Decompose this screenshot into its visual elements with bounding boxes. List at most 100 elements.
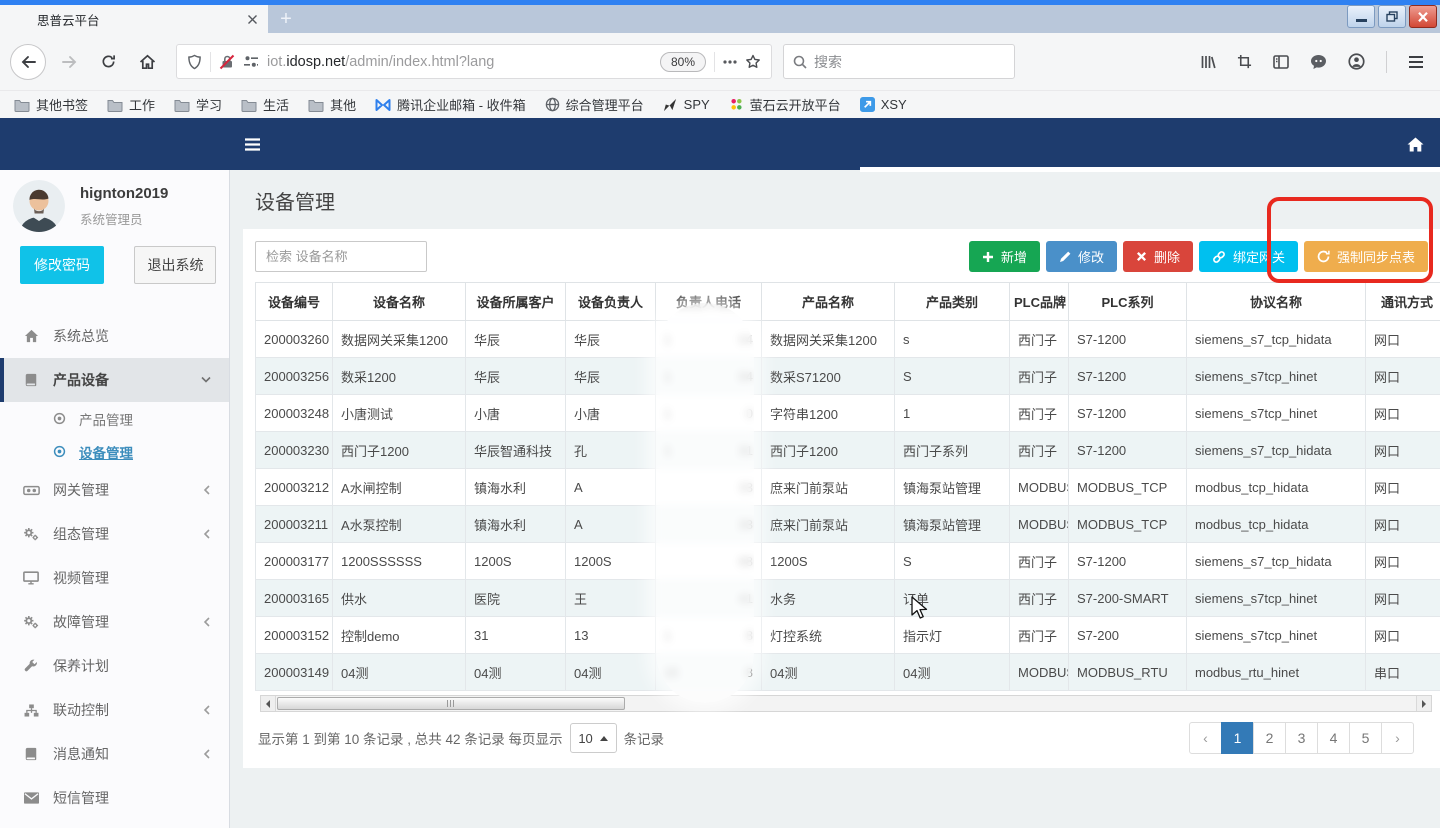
reload-icon[interactable] bbox=[92, 46, 124, 78]
browser-tab[interactable]: 思普云平台 bbox=[0, 5, 268, 33]
cell-product: 灯控系统 bbox=[762, 617, 895, 654]
forward-button[interactable] bbox=[53, 46, 85, 78]
table-row[interactable]: 20000314904测04测04测15804测04测MODBUSMODBUS_… bbox=[256, 654, 1440, 691]
sidebar-item[interactable]: 系统总览 bbox=[0, 314, 229, 358]
sidebar-item[interactable]: 视频管理 bbox=[0, 556, 229, 600]
column-header[interactable]: 协议名称 bbox=[1187, 283, 1366, 321]
app-home-icon[interactable] bbox=[1407, 137, 1424, 152]
column-header[interactable]: 产品类别 bbox=[895, 283, 1010, 321]
cell-device-name: 数采1200 bbox=[333, 358, 466, 395]
page-size-select[interactable]: 10 bbox=[570, 723, 617, 753]
pager-item[interactable]: 3 bbox=[1285, 722, 1318, 754]
browser-search-input[interactable] bbox=[814, 54, 1005, 70]
bookmark-item[interactable]: 工作 bbox=[107, 95, 155, 114]
sidebar-item[interactable]: 空间管理 bbox=[0, 820, 229, 828]
bookmark-item[interactable]: 生活 bbox=[241, 95, 289, 114]
page-actions-icon[interactable] bbox=[723, 60, 737, 64]
permissions-icon[interactable] bbox=[243, 55, 259, 68]
chevron-left-icon bbox=[203, 529, 211, 539]
column-header[interactable]: 设备所属客户 bbox=[466, 283, 566, 321]
scroll-right-icon[interactable] bbox=[1416, 696, 1431, 711]
table-row[interactable]: 200003212A水闸控制镇海水利A33庶来门前泵站镇海泵站管理MODBUSM… bbox=[256, 469, 1440, 506]
sidebar-item-label: 视频管理 bbox=[53, 568, 213, 588]
home-button[interactable] bbox=[131, 46, 163, 78]
shield-icon[interactable] bbox=[187, 54, 202, 70]
zoom-level-badge[interactable]: 80% bbox=[660, 52, 706, 72]
device-search-input[interactable] bbox=[255, 241, 427, 272]
sidebar-item-label: 产品设备 bbox=[53, 370, 188, 390]
sidebars-icon[interactable] bbox=[1273, 55, 1289, 69]
column-header[interactable]: 通讯方式 bbox=[1366, 283, 1440, 321]
tab-close-icon[interactable] bbox=[247, 14, 258, 25]
insecure-lock-icon[interactable] bbox=[219, 54, 235, 70]
menu-icon[interactable] bbox=[1408, 55, 1424, 69]
bookmark-star-icon[interactable] bbox=[745, 54, 761, 70]
pager-item[interactable]: ‹ bbox=[1189, 722, 1222, 754]
bookmark-item[interactable]: 其他 bbox=[308, 95, 356, 114]
sidebar-item[interactable]: 产品设备 bbox=[0, 358, 229, 402]
bind-gateway-button[interactable]: 绑定网关 bbox=[1199, 241, 1298, 272]
bookmark-item[interactable]: 学习 bbox=[174, 95, 222, 114]
bookmark-item[interactable]: SPY bbox=[663, 97, 710, 112]
window-minimize-button[interactable] bbox=[1347, 5, 1375, 28]
bookmark-item[interactable]: 萤石云开放平台 bbox=[729, 95, 841, 114]
horizontal-scrollbar[interactable] bbox=[260, 695, 1432, 712]
window-close-button[interactable] bbox=[1409, 5, 1437, 28]
table-row[interactable]: 200003260数据网关采集1200华辰华辰104数据网关采集1200s西门子… bbox=[256, 321, 1440, 358]
pager-item[interactable]: 5 bbox=[1349, 722, 1382, 754]
bookmark-item[interactable]: 其他书签 bbox=[14, 95, 88, 114]
column-header[interactable]: 设备编号 bbox=[256, 283, 333, 321]
pager-item[interactable]: 2 bbox=[1253, 722, 1286, 754]
url-bar[interactable]: iot.idosp.net/admin/index.html?lang 80% bbox=[176, 44, 772, 79]
column-header[interactable]: 负责人电话 bbox=[656, 283, 762, 321]
sidebar-item[interactable]: 联动控制 bbox=[0, 688, 229, 732]
table-row[interactable]: 200003211A水泵控制镇海水利A33庶来门前泵站镇海泵站管理MODBUSM… bbox=[256, 506, 1440, 543]
column-header[interactable]: 设备名称 bbox=[333, 283, 466, 321]
logout-button[interactable]: 退出系统 bbox=[134, 246, 216, 284]
sidebar-subitem[interactable]: 设备管理 bbox=[0, 435, 229, 468]
pager-item[interactable]: 4 bbox=[1317, 722, 1350, 754]
sidebar-item[interactable]: 短信管理 bbox=[0, 776, 229, 820]
sidebar-subitem[interactable]: 产品管理 bbox=[0, 402, 229, 435]
library-icon[interactable] bbox=[1200, 54, 1216, 70]
window-restore-button[interactable] bbox=[1378, 5, 1406, 28]
table-row[interactable]: 200003230西门子1200华辰智通科技孔131西门子1200西门子系列西门… bbox=[256, 432, 1440, 469]
cell-device-id: 200003212 bbox=[256, 469, 333, 506]
scrollbar-thumb[interactable] bbox=[277, 697, 625, 710]
back-button[interactable] bbox=[10, 44, 46, 80]
pager-item[interactable]: 1 bbox=[1221, 722, 1254, 754]
table-row[interactable]: 200003152控制demo311318灯控系统指示灯西门子S7-200sie… bbox=[256, 617, 1440, 654]
column-header[interactable]: PLC系列 bbox=[1069, 283, 1187, 321]
delete-button[interactable]: 删除 bbox=[1123, 241, 1193, 272]
sidebar-toggle-icon[interactable] bbox=[244, 138, 261, 151]
bookmark-item[interactable]: XSY bbox=[860, 97, 907, 112]
change-password-button[interactable]: 修改密码 bbox=[20, 246, 104, 284]
pager-item[interactable]: › bbox=[1381, 722, 1414, 754]
new-tab-button[interactable]: + bbox=[268, 5, 304, 33]
add-button[interactable]: 新增 bbox=[969, 241, 1040, 272]
table-row[interactable]: 200003165供水医院王41水务订单西门子S7-200-SMARTsieme… bbox=[256, 580, 1440, 617]
column-header[interactable]: 产品名称 bbox=[762, 283, 895, 321]
screenshot-crop-icon[interactable] bbox=[1237, 54, 1252, 69]
sidebar-item[interactable]: 网关管理 bbox=[0, 468, 229, 512]
column-header[interactable]: PLC品牌 bbox=[1010, 283, 1069, 321]
sidebar-item[interactable]: 消息通知 bbox=[0, 732, 229, 776]
bookmark-item[interactable]: 腾讯企业邮箱 - 收件箱 bbox=[375, 95, 526, 114]
sidebar-item[interactable]: 组态管理 bbox=[0, 512, 229, 556]
table-row[interactable]: 2000031771200SSSSSS1200S1200S881200SS西门子… bbox=[256, 543, 1440, 580]
edit-button[interactable]: 修改 bbox=[1046, 241, 1117, 272]
bookmark-item[interactable]: 综合管理平台 bbox=[545, 95, 644, 114]
records-summary: 显示第 1 到第 10 条记录 , 总共 42 条记录 每页显示 10 条记录 bbox=[258, 723, 664, 753]
table-row[interactable]: 200003248小唐测试小唐小唐10字符串12001西门子S7-1200sie… bbox=[256, 395, 1440, 432]
cell-comm: 网口 bbox=[1366, 469, 1440, 506]
summary-suffix: 条记录 bbox=[624, 728, 665, 748]
scroll-left-icon[interactable] bbox=[261, 696, 276, 711]
table-row[interactable]: 200003256数采1200华辰华辰104数采S71200S西门子S7-120… bbox=[256, 358, 1440, 395]
sidebar-item[interactable]: 保养计划 bbox=[0, 644, 229, 688]
column-header[interactable]: 设备负责人 bbox=[566, 283, 656, 321]
account-icon[interactable] bbox=[1348, 53, 1365, 70]
force-sync-button[interactable]: 强制同步点表 bbox=[1304, 241, 1428, 272]
sidebar-item[interactable]: 故障管理 bbox=[0, 600, 229, 644]
messenger-bubble-icon[interactable] bbox=[1310, 54, 1327, 70]
bookmark-label: 腾讯企业邮箱 - 收件箱 bbox=[397, 95, 526, 114]
